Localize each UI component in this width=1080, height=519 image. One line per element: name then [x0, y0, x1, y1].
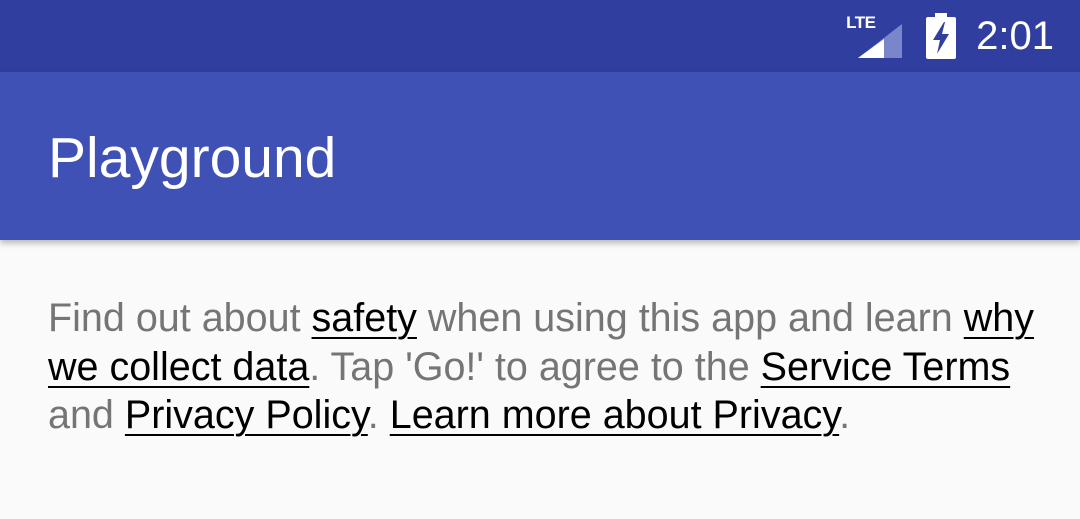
consent-text-segment: Find out about [48, 296, 312, 340]
privacy-policy-link[interactable]: Privacy Policy [125, 393, 368, 437]
status-icons: LTE 2:01 [846, 0, 1054, 72]
consent-text-segment: and [48, 393, 125, 437]
battery-charging-icon [926, 13, 957, 59]
app-title: Playground [48, 126, 337, 190]
status-bar: LTE 2:01 [0, 0, 1080, 72]
consent-text-segment: when using this app and learn [416, 296, 964, 340]
learn-more-about-privacy-link[interactable]: Learn more about Privacy [390, 393, 839, 437]
consent-text-segment: . [367, 393, 390, 437]
signal-bars-icon [858, 24, 903, 58]
status-time: 2:01 [976, 14, 1054, 58]
app-bar: Playground [0, 72, 1080, 240]
consent-text-segment: . Tap 'Go!' to agree to the [309, 344, 761, 389]
cell-signal-icon: LTE [846, 14, 903, 58]
service-terms-link[interactable]: Service Terms [761, 345, 1011, 389]
consent-text-segment: . [839, 393, 851, 437]
safety-link[interactable]: safety [312, 296, 417, 340]
consent-text: Find out about safety when using this ap… [48, 294, 1038, 440]
